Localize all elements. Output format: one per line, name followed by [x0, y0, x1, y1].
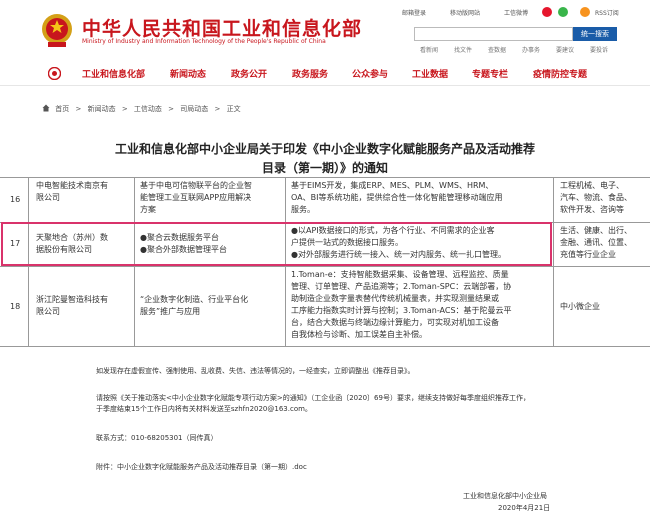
- breadcrumb-separator: >: [75, 105, 82, 113]
- contact-info: 联系方式：010-68205301（同传真）: [96, 434, 218, 442]
- breadcrumb: 首页 > 新闻动态 > 工信动态 > 司局动态 > 正文: [42, 104, 241, 114]
- site-title[interactable]: 中华人民共和国工业和信息化部: [82, 14, 362, 41]
- rss-icon[interactable]: [580, 7, 590, 17]
- industry: 工程机械、电子、 汽车、物流、食品、 软件开发、咨询等: [560, 181, 632, 214]
- search-input[interactable]: [414, 27, 573, 41]
- breadcrumb-separator: >: [214, 105, 221, 113]
- signer: 工业和信息化部中小企业局: [463, 492, 547, 500]
- wechat-icon[interactable]: [558, 7, 568, 17]
- nav-item-special-topics[interactable]: 专题专栏: [472, 67, 508, 80]
- company-name: 浙江陀曼智造科技有 限公司: [36, 295, 108, 316]
- industry: 生活、健康、出行、 金融、通讯、位置、 充值等行业企业: [560, 226, 632, 259]
- publish-date: 2020年4月21日: [498, 504, 551, 512]
- product-description: 1.Toman-e：支持智能数据采集、设备管理、远程监控、质量 管理、订单管理、产…: [291, 270, 512, 339]
- search-tag[interactable]: 要建议: [556, 45, 574, 54]
- company-name: 中电智能技术南京有 限公司: [36, 181, 108, 202]
- industry: 中小微企业: [560, 302, 600, 311]
- article-title-line2: 目录（第一期）》的通知: [261, 161, 388, 175]
- article-title-line1: 工业和信息化部中小企业局关于印发《中小企业数字化赋能服务产品及活动推荐: [114, 142, 535, 156]
- notice-paragraph-2-line2: 于季度结束15个工作日内将有关材料发送至szhfn2020@163.com。: [96, 405, 312, 413]
- mobile-site-link[interactable]: 移动版网站: [450, 8, 480, 17]
- national-emblem-icon: [42, 14, 72, 47]
- nav-item-public-participation[interactable]: 公众参与: [352, 67, 388, 80]
- mail-login-link[interactable]: 邮箱登录: [402, 8, 426, 17]
- breadcrumb-home[interactable]: 首页: [55, 105, 69, 113]
- breadcrumb-separator: >: [168, 105, 175, 113]
- breadcrumb-current: 正文: [226, 105, 241, 113]
- site-header: 中华人民共和国工业和信息化部 Ministry of Industry and …: [0, 0, 650, 57]
- breadcrumb-bureau-news[interactable]: 司局动态: [180, 105, 208, 113]
- rss-link[interactable]: RSS订阅: [595, 8, 619, 17]
- product-name: 基于中电可信物联平台的企业智 能管理工业互联网APP应用解决 方案: [140, 181, 252, 214]
- breadcrumb-separator: >: [121, 105, 128, 113]
- notice-paragraph-1: 如发现存在虚假宣传、强制使用、乱收费、失信、违法等情况的，一经查实，立即调整出《…: [96, 367, 415, 375]
- breadcrumb-miit-news[interactable]: 工信动态: [134, 105, 162, 113]
- product-description: 基于EIMS开发，集成ERP、MES、PLM、WMS、HRM、 OA、BI等系统功…: [291, 181, 503, 214]
- nav-item-gov-services[interactable]: 政务服务: [292, 67, 328, 80]
- nav-item-epidemic[interactable]: 疫情防控专题: [533, 67, 587, 80]
- product-name: “企业数字化制造、行业平台化 服务”推广与应用: [140, 295, 249, 316]
- weibo-icon[interactable]: [542, 7, 552, 17]
- site-subtitle: Ministry of Industry and Information Tec…: [82, 38, 326, 45]
- row-highlight: [1, 222, 552, 266]
- nav-item-ministry[interactable]: 工业和信息化部: [82, 67, 145, 80]
- search-tag[interactable]: 看新闻: [420, 45, 438, 54]
- search-button[interactable]: 统一搜索: [573, 27, 617, 41]
- main-nav: 工业和信息化部 新闻动态 政务公开 政务服务 公众参与 工业数据 专题专栏 疫情…: [0, 62, 650, 86]
- row-num: 18: [10, 302, 21, 311]
- top-links: 邮箱登录 移动版网站 工信微博 RSS订阅: [402, 5, 642, 19]
- search-tag[interactable]: 要投诉: [590, 45, 608, 54]
- nav-item-industry-data[interactable]: 工业数据: [412, 67, 448, 80]
- row-num: 16: [10, 195, 21, 204]
- breadcrumb-news[interactable]: 新闻动态: [88, 105, 116, 113]
- nav-item-news[interactable]: 新闻动态: [170, 67, 206, 80]
- search-tag[interactable]: 找文件: [454, 45, 472, 54]
- search-tag[interactable]: 查数据: [488, 45, 506, 54]
- attachment-link[interactable]: 附件：中小企业数字化赋能服务产品及活动推荐目录（第一期）.doc: [96, 462, 307, 473]
- logo-icon[interactable]: [48, 67, 61, 80]
- search-tag[interactable]: 办事务: [522, 45, 540, 54]
- weibo-link[interactable]: 工信微博: [504, 8, 528, 17]
- notice-paragraph-2-line1: 请按照《关于推动落实<中小企业数字化赋能专项行动方案>的通知》（工企业函〔202…: [96, 394, 530, 402]
- home-icon: [42, 104, 50, 112]
- nav-item-gov-affairs[interactable]: 政务公开: [231, 67, 267, 80]
